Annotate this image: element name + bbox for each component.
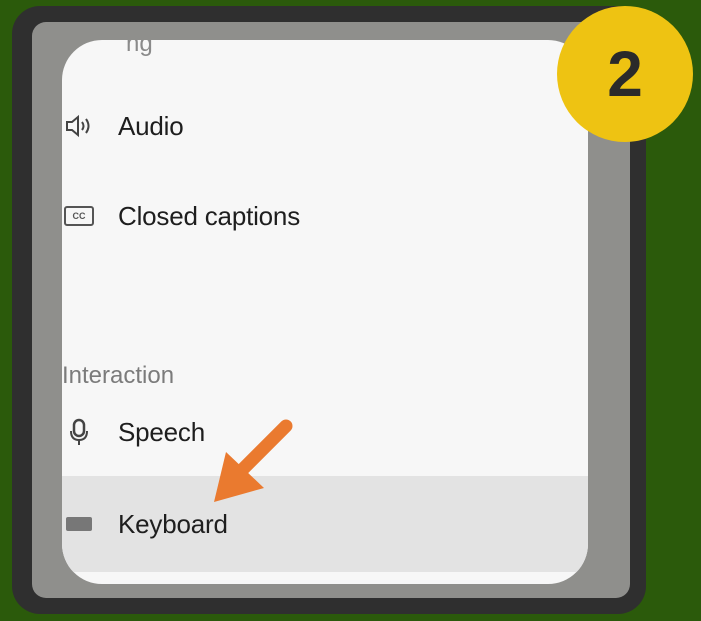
nav-item-label: Closed captions bbox=[118, 200, 300, 231]
nav-item-speech[interactable]: Speech bbox=[62, 402, 588, 462]
section-heading-interaction: Interaction bbox=[62, 362, 175, 389]
speaker-icon bbox=[62, 111, 96, 141]
nav-item-label: Speech bbox=[118, 416, 205, 447]
nav-item-label: Audio bbox=[118, 110, 184, 141]
nav-item-keyboard[interactable]: Keyboard bbox=[62, 476, 588, 572]
nav-item-closed-captions[interactable]: CC Closed captions bbox=[62, 186, 588, 246]
nav-item-audio[interactable]: Audio bbox=[62, 96, 588, 156]
microphone-icon bbox=[62, 417, 96, 447]
settings-nav-panel: ng Audio CC Closed captions Interaction … bbox=[62, 40, 588, 584]
partial-nav-item-label: ng bbox=[126, 40, 153, 57]
pointer-arrow-icon bbox=[214, 419, 293, 502]
closed-captions-icon: CC bbox=[62, 201, 96, 231]
step-number-badge: 2 bbox=[557, 6, 693, 142]
keyboard-icon bbox=[62, 509, 96, 539]
